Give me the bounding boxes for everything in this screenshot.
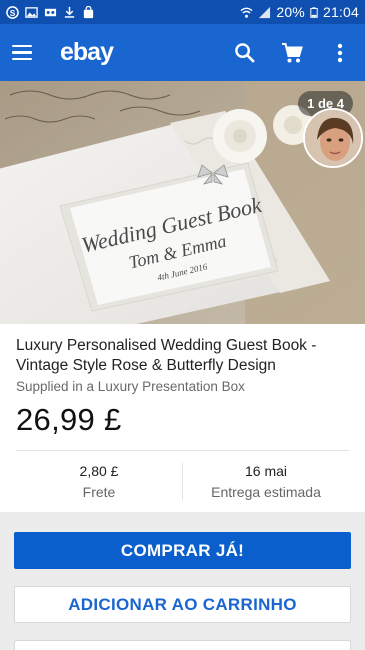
shopping-bag-icon (83, 5, 94, 18)
ebay-logo[interactable]: ebay (60, 38, 114, 67)
wifi-icon (240, 7, 253, 18)
item-title: Luxury Personalised Wedding Guest Book -… (16, 337, 317, 374)
cart-icon[interactable] (279, 40, 305, 66)
delivery-label: Entrega estimada (211, 484, 321, 500)
battery-icon (310, 6, 318, 18)
item-price: 26,99 £ (16, 402, 122, 437)
app-bar-actions (231, 40, 353, 66)
add-to-cart-button[interactable]: ADICIONAR AO CARRINHO (14, 586, 351, 623)
shipping-value: 2,80 £ (79, 463, 119, 479)
menu-icon[interactable] (12, 40, 38, 66)
avatar[interactable] (303, 108, 363, 168)
shipping-label: Frete (82, 484, 116, 500)
more-vert-icon[interactable] (327, 40, 353, 66)
download-icon (64, 6, 75, 18)
item-image-gallery[interactable]: Wedding Guest Book Tom & Emma 4th June 2… (0, 81, 365, 324)
image-icon (25, 6, 38, 18)
item-page: S 20% 21:04 ebay Wedding Guest Book Tom … (0, 0, 365, 650)
item-details: Luxury Personalised Wedding Guest Book -… (0, 324, 365, 512)
skype-icon: S (6, 5, 19, 19)
action-buttons: COMPRAR JÁ! ADICIONAR AO CARRINHO PARAR … (0, 512, 365, 650)
estimated-delivery: 16 mai Entrega estimada (182, 463, 349, 500)
status-bar: S 20% 21:04 (0, 0, 365, 24)
buy-now-button[interactable]: COMPRAR JÁ! (14, 532, 351, 569)
notification-icons: S (6, 5, 95, 19)
clock: 21:04 (322, 4, 359, 20)
app-bar: ebay (0, 24, 365, 81)
shipping-info: 2,80 £ Frete 16 mai Entrega estimada (16, 450, 349, 512)
battery-percentage: 20% (276, 4, 305, 20)
search-icon[interactable] (231, 40, 257, 66)
svg-text:S: S (10, 7, 16, 17)
shipping-cost: 2,80 £ Frete (16, 463, 182, 500)
delivery-value: 16 mai (244, 463, 288, 479)
status-right: 20% 21:04 (240, 4, 359, 20)
signal-icon (259, 6, 271, 18)
voicemail-icon (44, 8, 57, 16)
stop-watching-button[interactable]: PARAR DE OBSERVAR (14, 640, 351, 650)
item-subtitle: Supplied in a Luxury Presentation Box (16, 379, 245, 394)
